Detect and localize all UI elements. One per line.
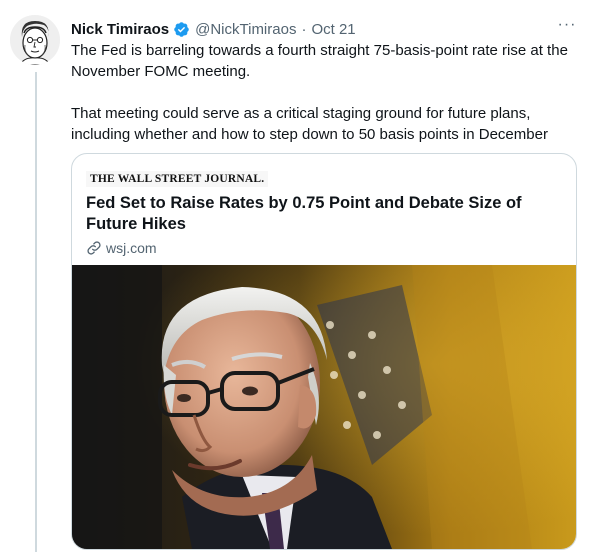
separator-dot: · xyxy=(301,20,307,38)
author-handle[interactable]: @NickTimiraos xyxy=(195,21,296,38)
tweet-header: Nick Timiraos @NickTimiraos · Oct 21 ··· xyxy=(71,17,578,41)
card-domain[interactable]: wsj.com xyxy=(106,240,157,256)
tweet-date[interactable]: Oct 21 xyxy=(311,21,355,38)
more-options-icon[interactable]: ··· xyxy=(556,17,578,41)
tweet-body: The Fed is barreling towards a fourth st… xyxy=(71,40,581,145)
link-preview-card[interactable]: THE WALL STREET JOURNAL. Fed Set to Rais… xyxy=(71,153,577,550)
card-text-section: THE WALL STREET JOURNAL. Fed Set to Rais… xyxy=(72,154,576,265)
author-name[interactable]: Nick Timiraos xyxy=(71,21,169,38)
tweet-paragraph-1: The Fed is barreling towards a fourth st… xyxy=(71,42,568,80)
thread-line xyxy=(35,72,37,552)
avatar-illustration xyxy=(10,15,60,65)
verified-badge-icon xyxy=(174,21,189,37)
speaker-photo-illustration xyxy=(72,265,576,549)
card-title[interactable]: Fed Set to Raise Rates by 0.75 Point and… xyxy=(86,193,561,235)
publisher-logo: THE WALL STREET JOURNAL. xyxy=(86,171,269,187)
link-icon xyxy=(87,241,101,255)
tweet-paragraph-2: That meeting could serve as a critical s… xyxy=(71,105,548,143)
card-image[interactable] xyxy=(72,265,576,549)
card-domain-row: wsj.com xyxy=(86,240,561,256)
avatar[interactable] xyxy=(10,15,60,65)
